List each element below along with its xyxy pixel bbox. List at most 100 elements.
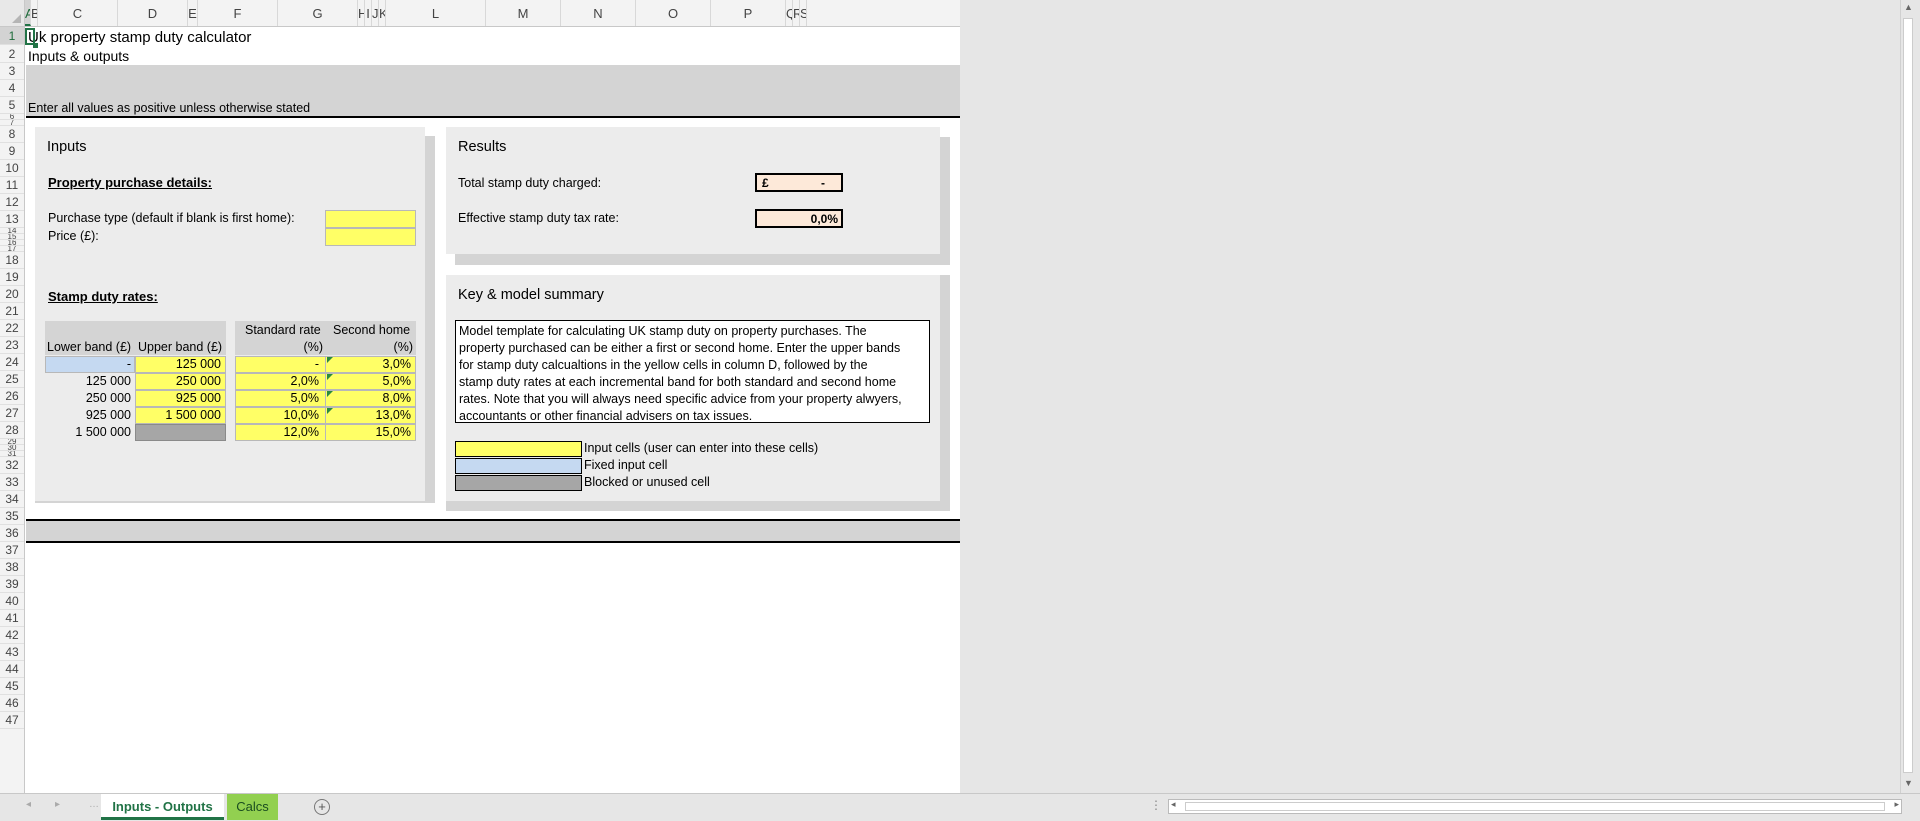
column-header-bar[interactable]: ABCDEFGHIJKLMNOPQRS bbox=[25, 0, 960, 27]
vertical-scroll-thumb[interactable] bbox=[1903, 18, 1913, 773]
column-header-g[interactable]: G bbox=[278, 0, 358, 26]
column-header-o[interactable]: O bbox=[636, 0, 711, 26]
row-header-13[interactable]: 13 bbox=[0, 211, 24, 228]
row-header-35[interactable]: 35 bbox=[0, 508, 24, 525]
scroll-right-icon[interactable]: ▸ bbox=[1894, 799, 1899, 810]
row-header-18[interactable]: 18 bbox=[0, 252, 24, 269]
summary-line: stamp duty rates at each incremental ban… bbox=[459, 375, 897, 389]
split-handle-icon[interactable]: ⋮ bbox=[1150, 798, 1162, 812]
row-header-20[interactable]: 20 bbox=[0, 286, 24, 303]
row-header-38[interactable]: 38 bbox=[0, 559, 24, 576]
column-header-b[interactable]: B bbox=[31, 0, 38, 26]
total-duty-output: £ - bbox=[755, 173, 843, 192]
legend-label-input: Input cells (user can enter into these c… bbox=[584, 441, 819, 455]
column-header-l[interactable]: L bbox=[386, 0, 486, 26]
purchase-type-input[interactable] bbox=[325, 210, 416, 228]
row-header-47[interactable]: 47 bbox=[0, 712, 24, 729]
property-details-heading: Property purchase details: bbox=[48, 175, 212, 190]
next-sheet-icon[interactable]: ▸ bbox=[55, 799, 60, 810]
row-header-bar[interactable]: 1 2 3 4 5 6 7 8 9 10 11 12 13 14 15 16 17 18 19 20 21 22 23 24 2… bbox=[0, 27, 25, 793]
summary-line: property purchased can be either a first… bbox=[459, 341, 901, 355]
column-header-d[interactable]: D bbox=[118, 0, 188, 26]
column-header-e[interactable]: E bbox=[188, 0, 198, 26]
column-header-p[interactable]: P bbox=[711, 0, 786, 26]
legend-label-blocked: Blocked or unused cell bbox=[584, 475, 710, 489]
row-header-39[interactable]: 39 bbox=[0, 576, 24, 593]
tab-calcs[interactable]: Calcs bbox=[227, 794, 278, 820]
column-header-n[interactable]: N bbox=[561, 0, 636, 26]
row-header-37[interactable]: 37 bbox=[0, 542, 24, 559]
row-header-25[interactable]: 25 bbox=[0, 371, 24, 388]
row-header-23[interactable]: 23 bbox=[0, 337, 24, 354]
tab-inputs-outputs[interactable]: Inputs - Outputs bbox=[101, 794, 224, 820]
row-header-9[interactable]: 9 bbox=[0, 143, 24, 160]
row-header-44[interactable]: 44 bbox=[0, 661, 24, 678]
column-header-f[interactable]: F bbox=[198, 0, 278, 26]
prev-sheet-icon[interactable]: ◂ bbox=[26, 799, 31, 810]
column-header-s[interactable]: S bbox=[800, 0, 807, 26]
row-header-33[interactable]: 33 bbox=[0, 474, 24, 491]
effective-rate-value: 0,0% bbox=[810, 212, 838, 226]
currency-symbol: £ bbox=[762, 176, 769, 190]
row-header-4[interactable]: 4 bbox=[0, 80, 24, 97]
sheet-subtitle: Inputs & outputs bbox=[28, 48, 130, 64]
column-header-m[interactable]: M bbox=[486, 0, 561, 26]
upper-band-value: 1 500 000 bbox=[165, 408, 221, 422]
row-header-42[interactable]: 42 bbox=[0, 627, 24, 644]
row-header-11[interactable]: 11 bbox=[0, 177, 24, 194]
column-header-k[interactable]: K bbox=[379, 0, 386, 26]
lower-band-header: Lower band (£) bbox=[47, 340, 132, 354]
horizontal-scrollbar[interactable]: ◂ ▸ bbox=[1168, 799, 1902, 814]
effective-rate-output: 0,0% bbox=[755, 209, 843, 228]
row-header-28[interactable]: 28 bbox=[0, 422, 24, 439]
vertical-scrollbar[interactable]: ▲ ▼ bbox=[1900, 0, 1916, 793]
key-heading: Key & model summary bbox=[458, 287, 604, 303]
row-header-26[interactable]: 26 bbox=[0, 388, 24, 405]
row-header-40[interactable]: 40 bbox=[0, 593, 24, 610]
row-header-45[interactable]: 45 bbox=[0, 678, 24, 695]
results-heading: Results bbox=[458, 139, 507, 155]
row-header-41[interactable]: 41 bbox=[0, 610, 24, 627]
row-header-24[interactable]: 24 bbox=[0, 354, 24, 371]
row-header-43[interactable]: 43 bbox=[0, 644, 24, 661]
row-header-1[interactable]: 1 bbox=[0, 27, 24, 45]
scroll-down-icon[interactable]: ▼ bbox=[1904, 778, 1913, 788]
row-header-8[interactable]: 8 bbox=[0, 126, 24, 143]
lower-band-value: 125 000 bbox=[85, 374, 131, 388]
column-header-h[interactable]: H bbox=[358, 0, 365, 26]
row-header-32[interactable]: 32 bbox=[0, 457, 24, 474]
row-header-46[interactable]: 46 bbox=[0, 695, 24, 712]
stamp-duty-rates-heading: Stamp duty rates: bbox=[48, 289, 158, 304]
row-header-36[interactable]: 36 bbox=[0, 525, 24, 542]
row-header-5[interactable]: 5 bbox=[0, 97, 24, 114]
scroll-left-icon[interactable]: ◂ bbox=[1171, 799, 1176, 810]
price-input[interactable] bbox=[325, 228, 416, 246]
column-header-q[interactable]: Q bbox=[786, 0, 793, 26]
sheet-title: Uk property stamp duty calculator bbox=[28, 29, 252, 46]
row-header-2[interactable]: 2 bbox=[0, 45, 24, 63]
second-home-rate-value: 15,0% bbox=[375, 425, 411, 439]
row-header-12[interactable]: 12 bbox=[0, 194, 24, 211]
summary-line: accountants or other financial advisers … bbox=[459, 409, 753, 423]
more-sheets-icon[interactable]: … bbox=[89, 799, 99, 810]
column-header-r[interactable]: R bbox=[793, 0, 800, 26]
error-indicator-icon bbox=[327, 374, 333, 380]
select-all-button[interactable] bbox=[0, 0, 25, 27]
row-header-10[interactable]: 10 bbox=[0, 160, 24, 177]
scroll-up-icon[interactable]: ▲ bbox=[1904, 2, 1913, 12]
row-header-27[interactable]: 27 bbox=[0, 405, 24, 422]
row-header-3[interactable]: 3 bbox=[0, 63, 24, 80]
column-header-i[interactable]: I bbox=[365, 0, 372, 26]
legend-swatch-fixed bbox=[455, 458, 582, 474]
horizontal-scroll-thumb[interactable] bbox=[1185, 802, 1885, 811]
footer-band bbox=[26, 521, 960, 541]
worksheet-grid[interactable]: ABCDEFGHIJKLMNOPQRS 12345678910111213141… bbox=[0, 0, 960, 793]
row-header-21[interactable]: 21 bbox=[0, 303, 24, 320]
row-header-22[interactable]: 22 bbox=[0, 320, 24, 337]
row-header-34[interactable]: 34 bbox=[0, 491, 24, 508]
column-header-j[interactable]: J bbox=[372, 0, 379, 26]
row-header-19[interactable]: 19 bbox=[0, 269, 24, 286]
add-sheet-icon[interactable]: + bbox=[314, 799, 330, 815]
lower-band-value: 250 000 bbox=[85, 391, 131, 405]
column-header-c[interactable]: C bbox=[38, 0, 118, 26]
